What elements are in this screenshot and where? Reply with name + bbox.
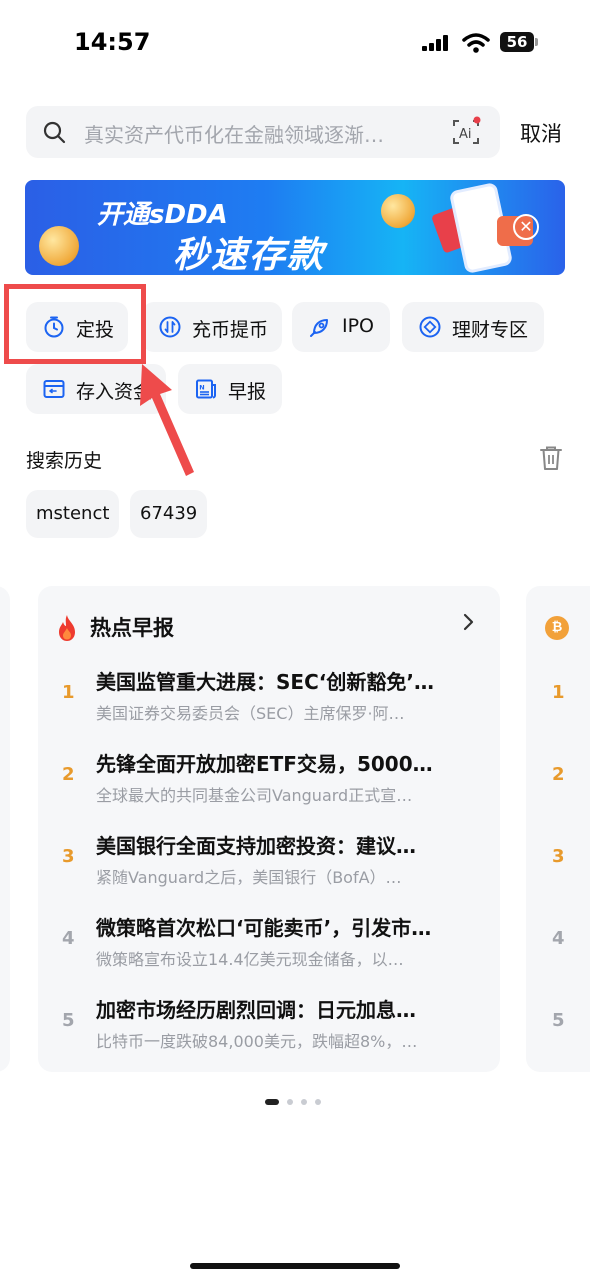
home-indicator[interactable] bbox=[190, 1263, 400, 1269]
news-item[interactable]: 3 美国银行全面支持加密投资：建议… 紧随Vanguard之后，美国银行（Bof… bbox=[38, 830, 500, 910]
cellular-signal-icon bbox=[422, 35, 452, 51]
history-item[interactable]: mstenct bbox=[26, 490, 120, 538]
chip-ipo[interactable]: IPO bbox=[292, 302, 390, 352]
news-title: 美国监管重大进展：SEC‘创新豁免’… bbox=[96, 670, 434, 694]
rocket-icon bbox=[310, 319, 328, 337]
news-summary: 微策略宣布设立14.4亿美元现金储备，以… bbox=[96, 950, 404, 969]
next-card[interactable] bbox=[526, 586, 590, 1072]
close-icon[interactable]: ✕ bbox=[513, 214, 539, 240]
news-summary: 全球最大的共同基金公司Vanguard正式宣… bbox=[96, 786, 413, 805]
fire-icon bbox=[59, 615, 75, 641]
chip-label: 理财专区 bbox=[452, 319, 529, 341]
search-icon bbox=[43, 121, 66, 144]
news-item[interactable]: 2 先锋全面开放加密ETF交易，5000… 全球最大的共同基金公司Vanguar… bbox=[38, 748, 500, 828]
news-title: 微策略首次松口‘可能卖币’，引发市… bbox=[96, 916, 432, 940]
svg-text:Ai: Ai bbox=[459, 127, 472, 142]
page-dot bbox=[301, 1099, 307, 1105]
bitcoin-icon: ₿ bbox=[545, 616, 569, 640]
side-rank: 5 bbox=[552, 1010, 565, 1031]
chip-deposit-withdraw[interactable]: 充币提币 bbox=[142, 302, 282, 352]
news-summary: 比特币一度跌破84,000美元，跌幅超8%，… bbox=[96, 1032, 418, 1051]
search-page: 14:57 56 真实资产代币化在金融领域逐渐… Ai 取消 开通sDDA 秒速… bbox=[0, 0, 590, 1280]
battery-icon: 56 bbox=[500, 32, 534, 52]
side-rank: 1 bbox=[552, 682, 565, 703]
search-placeholder: 真实资产代币化在金融领域逐渐… bbox=[84, 123, 384, 147]
chip-label: IPO bbox=[342, 315, 375, 337]
news-rank: 3 bbox=[62, 846, 75, 867]
history-title: 搜索历史 bbox=[26, 450, 103, 472]
card-title: 热点早报 bbox=[90, 616, 174, 640]
deposit-card-icon bbox=[43, 380, 65, 398]
banner-subtitle: 秒速存款 bbox=[173, 235, 326, 275]
trash-icon[interactable] bbox=[538, 444, 564, 472]
coin-illustration bbox=[39, 226, 79, 266]
diamond-icon bbox=[419, 316, 441, 338]
cancel-button[interactable]: 取消 bbox=[520, 118, 562, 148]
side-rank: 4 bbox=[552, 928, 565, 949]
battery-cap bbox=[535, 38, 538, 46]
history-item[interactable]: 67439 bbox=[130, 490, 208, 538]
news-summary: 美国证券交易委员会（SEC）主席保罗·阿… bbox=[96, 704, 405, 723]
news-rank: 2 bbox=[62, 764, 75, 785]
chip-label: 早报 bbox=[228, 381, 267, 403]
news-item[interactable]: 4 微策略首次松口‘可能卖币’，引发市… 微策略宣布设立14.4亿美元现金储备，… bbox=[38, 912, 500, 992]
news-item[interactable]: 1 美国监管重大进展：SEC‘创新豁免’… 美国证券交易委员会（SEC）主席保罗… bbox=[38, 666, 500, 746]
news-rank: 4 bbox=[62, 928, 75, 949]
page-dot bbox=[287, 1099, 293, 1105]
status-time: 14:57 bbox=[74, 28, 151, 56]
prev-card[interactable] bbox=[0, 586, 10, 1072]
ai-scan-icon[interactable]: Ai bbox=[450, 116, 482, 148]
news-item[interactable]: 5 加密市场经历剧烈回调：日元加息… 比特币一度跌破84,000美元，跌幅超8%… bbox=[38, 994, 500, 1074]
wifi-icon bbox=[462, 33, 490, 53]
coin-illustration bbox=[381, 194, 415, 228]
highlight-box bbox=[4, 284, 146, 364]
chip-label: 充币提币 bbox=[192, 319, 269, 341]
news-rank: 5 bbox=[62, 1010, 75, 1031]
news-title: 美国银行全面支持加密投资：建议… bbox=[96, 834, 416, 858]
promo-banner[interactable]: 开通sDDA 秒速存款 ✕ bbox=[25, 180, 565, 275]
news-rank: 1 bbox=[62, 682, 75, 703]
side-rank: 3 bbox=[552, 846, 565, 867]
page-dot-active bbox=[265, 1099, 279, 1105]
news-summary: 紧随Vanguard之后，美国银行（BofA）… bbox=[96, 868, 402, 887]
hot-news-card[interactable]: 热点早报 1 美国监管重大进展：SEC‘创新豁免’… 美国证券交易委员会（SEC… bbox=[38, 586, 500, 1072]
annotation-arrow bbox=[140, 364, 194, 476]
chip-wealth[interactable]: 理财专区 bbox=[402, 302, 544, 352]
side-rank: 2 bbox=[552, 764, 565, 785]
chevron-right-icon[interactable] bbox=[462, 612, 476, 632]
news-title: 先锋全面开放加密ETF交易，5000… bbox=[96, 752, 433, 776]
page-dot bbox=[315, 1099, 321, 1105]
search-input[interactable]: 真实资产代币化在金融领域逐渐… Ai bbox=[26, 106, 500, 158]
transfer-icon bbox=[159, 316, 181, 338]
news-title: 加密市场经历剧烈回调：日元加息… bbox=[96, 998, 416, 1022]
